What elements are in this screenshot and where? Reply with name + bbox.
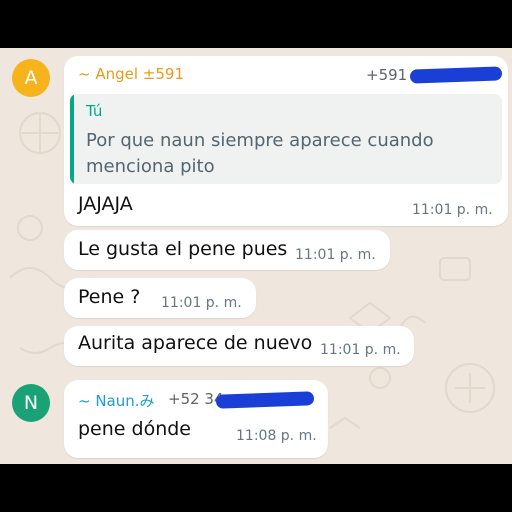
avatar[interactable]: N (12, 384, 50, 422)
message-bubble[interactable]: ~ Naun.み +52 34 pene dónde 11:08 p. m. (64, 380, 328, 458)
message-bubble[interactable]: Le gusta el pene pues 11:01 p. m. (64, 230, 390, 270)
sender-name[interactable]: ~ Naun.み (78, 390, 155, 411)
message-bubble[interactable]: Aurita aparece de nuevo 11:01 p. m. (64, 326, 414, 366)
message-bubble[interactable]: ~ Angel ±591 +591 Tú Por que naun siempr… (64, 56, 508, 226)
avatar[interactable]: A (12, 59, 50, 97)
message-text: Aurita aparece de nuevo (78, 332, 313, 354)
message-text: pene dónde (78, 418, 191, 440)
message-time: 11:01 p. m. (295, 247, 376, 263)
message-time: 11:01 p. m. (161, 295, 242, 311)
chat-background: A ~ Angel ±591 +591 Tú Por que naun siem… (0, 48, 512, 464)
redaction-scribble (409, 66, 503, 84)
message-time: 11:01 p. m. (412, 202, 493, 218)
quote-text: Por que naun siempre aparece cuando menc… (86, 130, 434, 177)
quote-author: Tú (86, 102, 103, 120)
message-text: Pene ? (78, 286, 141, 308)
quote-accent-bar (70, 94, 74, 184)
message-time: 11:08 p. m. (236, 428, 317, 444)
sender-phone: +591 (366, 66, 408, 84)
message-time: 11:01 p. m. (320, 342, 401, 358)
message-text: Le gusta el pene pues (78, 238, 288, 260)
message-bubble[interactable]: Pene ? 11:01 p. m. (64, 278, 256, 318)
sender-name[interactable]: ~ Angel ±591 (78, 65, 184, 83)
redaction-scribble (215, 391, 315, 409)
quoted-message[interactable]: Tú Por que naun siempre aparece cuando m… (70, 94, 502, 184)
message-text: JAJAJA (78, 193, 133, 215)
